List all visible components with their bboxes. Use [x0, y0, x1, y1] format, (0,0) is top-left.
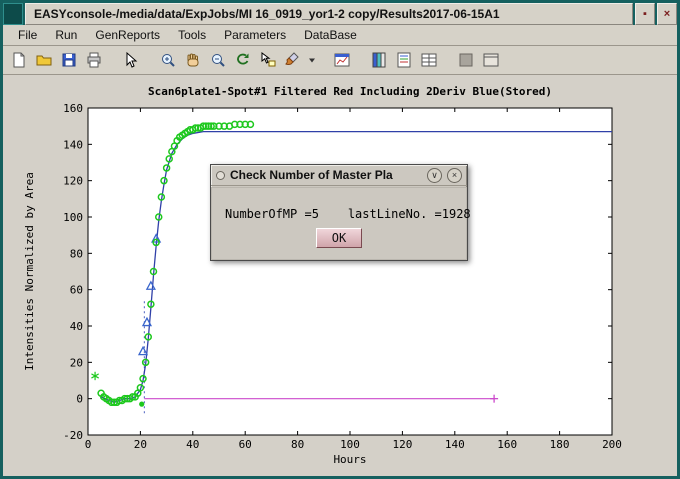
toolbar-separator	[355, 48, 366, 72]
edit-plot-button[interactable]	[119, 48, 143, 72]
svg-text:200: 200	[602, 438, 622, 451]
show-tools-button[interactable]	[479, 48, 503, 72]
pan-hand-icon	[184, 51, 202, 69]
zoom-in-button[interactable]	[156, 48, 180, 72]
save-icon	[60, 51, 78, 69]
svg-text:160: 160	[63, 102, 83, 115]
svg-text:-20: -20	[63, 429, 83, 442]
plot-browser-icon	[395, 51, 413, 69]
hide-tools-button[interactable]	[454, 48, 478, 72]
dialog-shade-button[interactable]: ∨	[427, 168, 442, 183]
dialog-check-number: Check Number of Master Pla ∨ × NumberOfM…	[210, 164, 468, 261]
svg-text:Scan6plate1-Spot#1 Filtered Re: Scan6plate1-Spot#1 Filtered Red Includin…	[148, 85, 552, 98]
menubar: File Run GenReports Tools Parameters Dat…	[3, 25, 677, 46]
dropdown-arrow-icon	[308, 56, 316, 64]
menu-tools[interactable]: Tools	[169, 26, 215, 44]
colorbar-icon	[370, 51, 388, 69]
svg-text:120: 120	[63, 175, 83, 188]
close-button[interactable]: ×	[657, 3, 677, 25]
dialog-message: NumberOfMP =5 lastLineNo. =1928	[225, 207, 471, 221]
svg-text:Intensities Normalized by Area: Intensities Normalized by Area	[23, 172, 36, 371]
close-icon: ×	[452, 171, 457, 180]
plot-browser-button[interactable]	[392, 48, 416, 72]
svg-text:140: 140	[63, 138, 83, 151]
minimize-button[interactable]: ▪	[635, 3, 655, 25]
toolbar-separator	[442, 48, 453, 72]
svg-text:40: 40	[70, 320, 83, 333]
svg-text:120: 120	[392, 438, 412, 451]
dialog-title: Check Number of Master Pla	[230, 168, 422, 182]
svg-text:180: 180	[550, 438, 570, 451]
menu-parameters[interactable]: Parameters	[215, 26, 295, 44]
svg-text:140: 140	[445, 438, 465, 451]
new-figure-button[interactable]	[7, 48, 31, 72]
svg-text:100: 100	[340, 438, 360, 451]
rotate-3d-button[interactable]	[231, 48, 255, 72]
dialog-close-button[interactable]: ×	[447, 168, 462, 183]
window-title: EASYconsole-/media/data/ExpJobs/MI 16_09…	[25, 3, 633, 25]
figure-window-icon	[333, 51, 351, 69]
data-cursor-icon	[259, 51, 277, 69]
menu-run[interactable]: Run	[46, 26, 86, 44]
print-button[interactable]	[82, 48, 106, 72]
zoom-out-button[interactable]	[206, 48, 230, 72]
window-outline-icon	[482, 51, 500, 69]
svg-text:160: 160	[497, 438, 517, 451]
zoom-in-icon	[159, 51, 177, 69]
close-icon: ×	[664, 8, 670, 20]
menu-genreports[interactable]: GenReports	[86, 26, 169, 44]
menu-file[interactable]: File	[9, 26, 46, 44]
print-icon	[85, 51, 103, 69]
chevron-down-icon: ∨	[431, 171, 438, 180]
svg-text:60: 60	[70, 284, 83, 297]
svg-text:0: 0	[76, 393, 83, 406]
new-document-icon	[10, 51, 28, 69]
window-menu-icon[interactable]	[3, 3, 23, 25]
svg-text:100: 100	[63, 211, 83, 224]
insert-legend-button[interactable]	[417, 48, 441, 72]
colorbar-button[interactable]	[367, 48, 391, 72]
svg-text:0: 0	[85, 438, 92, 451]
svg-text:60: 60	[239, 438, 252, 451]
pan-button[interactable]	[181, 48, 205, 72]
link-plot-button[interactable]	[330, 48, 354, 72]
toolbar-separator	[107, 48, 118, 72]
dialog-body: NumberOfMP =5 lastLineNo. =1928 OK	[211, 187, 467, 260]
toolbar-separator	[318, 48, 329, 72]
save-button[interactable]	[57, 48, 81, 72]
pointer-arrow-icon	[122, 51, 140, 69]
dialog-app-icon	[216, 171, 225, 180]
minimize-icon: ▪	[643, 8, 647, 20]
svg-text:80: 80	[70, 247, 83, 260]
open-file-button[interactable]	[32, 48, 56, 72]
titlebar: EASYconsole-/media/data/ExpJobs/MI 16_09…	[3, 3, 677, 25]
menu-database[interactable]: DataBase	[295, 26, 366, 44]
dialog-titlebar[interactable]: Check Number of Master Pla ∨ ×	[211, 165, 467, 186]
chart[interactable]: 020406080100120140160180200-200204060801…	[3, 75, 677, 476]
toolbar	[3, 46, 677, 75]
open-folder-icon	[35, 51, 53, 69]
svg-text:20: 20	[70, 356, 83, 369]
toolbar-separator	[144, 48, 155, 72]
svg-text:80: 80	[291, 438, 304, 451]
brush-dropdown-button[interactable]	[306, 48, 317, 72]
svg-text:20: 20	[134, 438, 147, 451]
app-window: EASYconsole-/media/data/ExpJobs/MI 16_09…	[0, 0, 680, 479]
ok-button[interactable]: OK	[316, 228, 362, 248]
svg-text:Hours: Hours	[333, 453, 366, 466]
svg-text:40: 40	[186, 438, 199, 451]
paintbrush-icon	[284, 51, 302, 69]
placeholder-square-icon	[457, 51, 475, 69]
figure-area: 020406080100120140160180200-200204060801…	[3, 75, 677, 476]
insert-legend-icon	[420, 51, 438, 69]
rotate-3d-icon	[234, 51, 252, 69]
brush-button[interactable]	[281, 48, 305, 72]
data-cursor-button[interactable]	[256, 48, 280, 72]
zoom-out-icon	[209, 51, 227, 69]
